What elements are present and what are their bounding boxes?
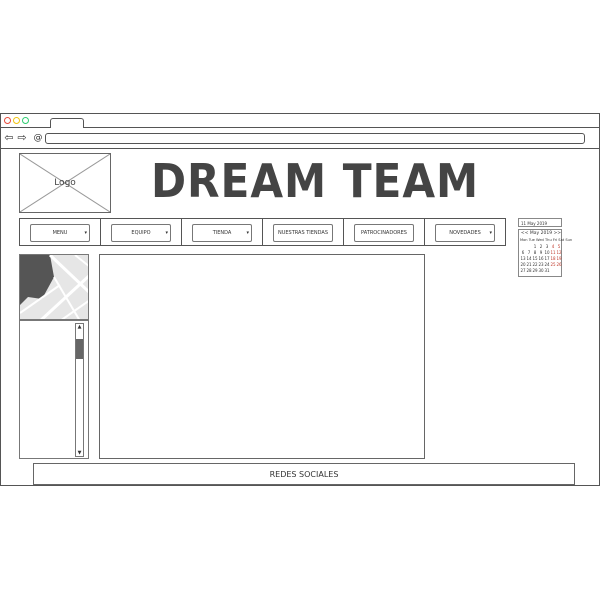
menu-label: MENU [52,230,68,236]
site-title: DREAM TEAM [151,154,480,208]
menu-cell-menu: MENU ▾ [20,219,101,245]
list-panel[interactable]: ▲ ▼ [19,320,89,459]
reload-icon[interactable]: @ [32,132,44,144]
logo-placeholder: Logo [19,153,111,213]
calendar-month-header[interactable]: << May 2019 >> [519,231,563,236]
menu-cell-novedades: NOVEDADES ▾ [425,219,505,245]
calendar-grid: 1 2 3 4 5 6 7 8 9 10 11 12 13 14 15 16 17 18 19 20 21 22 23 24 2… [520,244,562,273]
date-picker: 11 May 2019 << May 2019 >> Mon Tue Wed T… [518,218,573,277]
menu-dropdown-novedades[interactable]: NOVEDADES ▾ [435,224,495,242]
calendar-panel: << May 2019 >> Mon Tue Wed Thu Fri Sat S… [518,229,573,277]
calendar-day[interactable]: 12 [556,250,562,255]
address-bar[interactable] [45,133,585,144]
map-widget[interactable] [19,254,89,320]
menu-label: TIENDA [212,230,232,236]
scroll-thumb[interactable] [76,339,83,359]
menu-cell-patrocinadores: PATROCINADORES [344,219,425,245]
browser-title-bar [1,114,599,128]
browser-tab[interactable] [50,118,84,128]
footer-social-bar[interactable]: REDES SOCIALES [33,463,575,485]
maximize-window-button[interactable] [22,117,29,124]
forward-arrow-icon[interactable]: ⇨ [16,132,28,144]
date-input[interactable]: 11 May 2019 [518,218,562,227]
minimize-window-button[interactable] [13,117,20,124]
browser-nav-bar: ⇦ ⇨ @ [1,129,599,149]
logo-label: Logo [54,178,76,188]
calendar-weekdays: Mon Tue Wed Thu Fri Sat Sun [520,238,573,242]
menu-dropdown-patrocinadores[interactable]: PATROCINADORES [354,224,414,242]
scroll-down-icon[interactable]: ▼ [76,450,83,456]
menu-label: NUESTRAS TIENDAS [277,230,329,236]
menu-dropdown-nuestras-tiendas[interactable]: NUESTRAS TIENDAS [273,224,333,242]
chevron-down-icon: ▾ [84,230,87,236]
back-arrow-icon[interactable]: ⇦ [3,132,15,144]
menu-cell-nuestras-tiendas: NUESTRAS TIENDAS [263,219,344,245]
main-menu: MENU ▾ EQUIPO ▾ TIENDA ▾ NUESTRAS TIENDAS P… [19,218,506,246]
main-content-area [99,254,425,459]
calendar-day[interactable]: 5 [556,244,562,249]
map-icon [20,255,88,319]
calendar-day[interactable]: 26 [556,262,562,267]
menu-label: NOVEDADES [449,230,481,236]
menu-cell-tienda: TIENDA ▾ [182,219,263,245]
close-window-button[interactable] [4,117,11,124]
menu-dropdown-equipo[interactable]: EQUIPO ▾ [111,224,171,242]
chevron-down-icon: ▾ [489,230,492,236]
menu-cell-equipo: EQUIPO ▾ [101,219,182,245]
chevron-down-icon: ▾ [246,230,249,236]
calendar-day [556,268,562,273]
menu-dropdown-tienda[interactable]: TIENDA ▾ [192,224,252,242]
scroll-up-icon[interactable]: ▲ [76,324,83,330]
calendar-day[interactable]: 19 [556,256,562,261]
menu-label: EQUIPO [131,230,151,236]
vertical-scrollbar[interactable]: ▲ ▼ [75,323,84,457]
chevron-down-icon: ▾ [165,230,168,236]
browser-window: ⇦ ⇨ @ Logo DREAM TEAM MENU ▾ EQUIPO ▾ TIEN… [0,113,600,486]
menu-dropdown-menu[interactable]: MENU ▾ [30,224,90,242]
menu-label: PATROCINADORES [361,230,407,236]
